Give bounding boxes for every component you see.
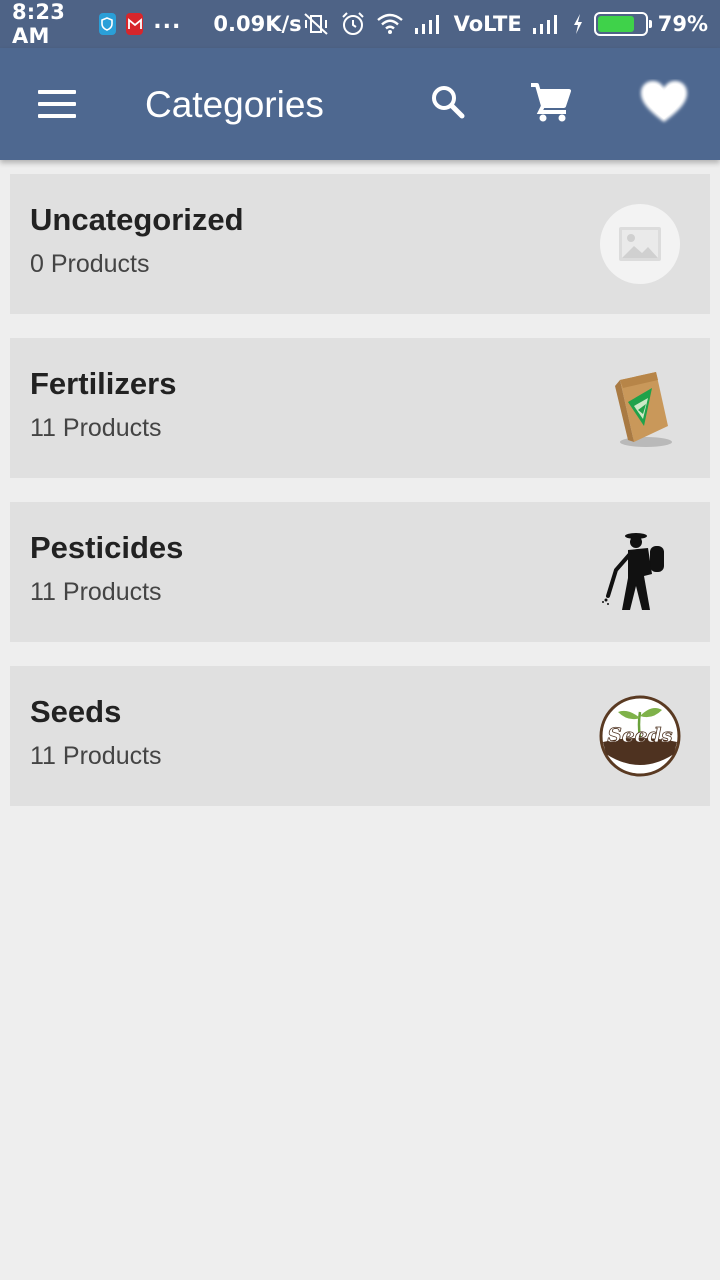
category-item-seeds[interactable]: Seeds 11 Products Seeds [10,666,710,806]
wifi-icon [376,13,404,35]
category-item-uncategorized[interactable]: Uncategorized 0 Products [10,174,710,314]
cart-button[interactable] [520,74,580,134]
more-notifications-indicator: ... [153,8,182,34]
cart-icon [528,80,572,129]
seeds-logo-image: Seeds [598,694,682,778]
app-bar: Categories [0,48,720,160]
category-item-pesticides[interactable]: Pesticides 11 Products [10,502,710,642]
network-speed: 0.09K/s [213,12,302,36]
alarm-icon [340,11,366,37]
category-product-count: 11 Products [30,414,162,442]
signal-icon [414,13,444,35]
vibrate-off-icon [302,11,330,37]
category-name: Pesticides [30,530,184,565]
hamburger-menu-icon[interactable] [26,74,86,134]
category-item-fertilizers[interactable]: Fertilizers 11 Products [10,338,710,478]
seeds-logo-text: Seeds [607,723,672,747]
battery-icon [593,12,652,36]
category-product-count: 0 Products [30,250,150,278]
category-name: Uncategorized [30,202,244,237]
gmail-icon [126,13,144,35]
network-type: VoLTE [453,12,522,36]
search-button[interactable] [418,74,478,134]
page-title: Categories [145,84,324,125]
category-name: Seeds [30,694,122,729]
category-name: Fertilizers [30,366,177,401]
pesticide-sprayer-image [598,530,682,614]
search-icon [428,82,468,127]
battery-level-fill [597,16,635,32]
category-product-count: 11 Products [30,742,162,770]
favorites-button[interactable] [634,74,694,134]
shield-app-icon [98,13,117,35]
category-product-count: 11 Products [30,578,162,606]
charging-icon [572,13,584,35]
status-time: 8:23 AM [12,0,66,48]
heart-icon [638,79,690,130]
placeholder-image-icon [598,202,682,286]
status-bar: 8:23 AM ... 0.09K/s VoLTE 79% [0,0,720,48]
signal-icon [532,13,562,35]
fertilizer-bag-image [598,366,682,450]
battery-percent: 79% [657,12,708,36]
category-list: Uncategorized 0 Products Fertilizers 11 … [10,174,710,830]
